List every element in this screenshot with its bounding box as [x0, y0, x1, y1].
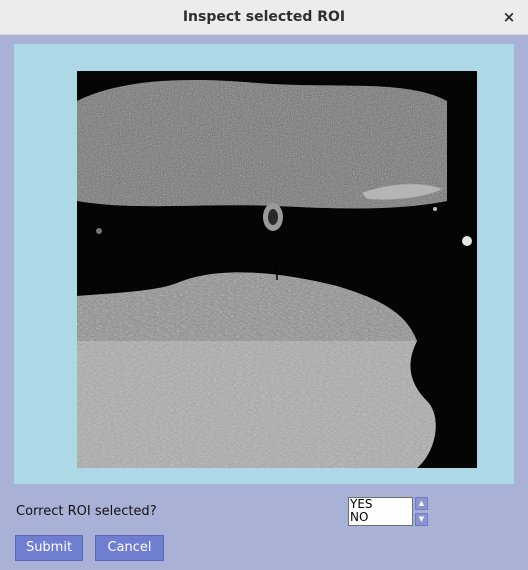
- roi-image: [77, 71, 477, 468]
- spin-up-button[interactable]: ▲: [415, 497, 428, 510]
- question-label: Correct ROI selected?: [16, 504, 157, 519]
- option-no[interactable]: NO: [349, 511, 412, 524]
- listbox-spinner: ▲ ▼: [415, 497, 428, 526]
- cancel-button[interactable]: Cancel: [95, 535, 164, 561]
- title-bar: Inspect selected ROI ×: [0, 0, 528, 35]
- close-button[interactable]: ×: [500, 8, 518, 26]
- image-panel: [14, 44, 514, 484]
- dialog-content: Correct ROI selected? YES NO ▲ ▼ Submit …: [0, 35, 528, 570]
- submit-button[interactable]: Submit: [15, 535, 83, 561]
- spin-down-button[interactable]: ▼: [415, 513, 428, 526]
- window-title: Inspect selected ROI: [182, 9, 346, 25]
- answer-listbox[interactable]: YES NO: [348, 497, 413, 526]
